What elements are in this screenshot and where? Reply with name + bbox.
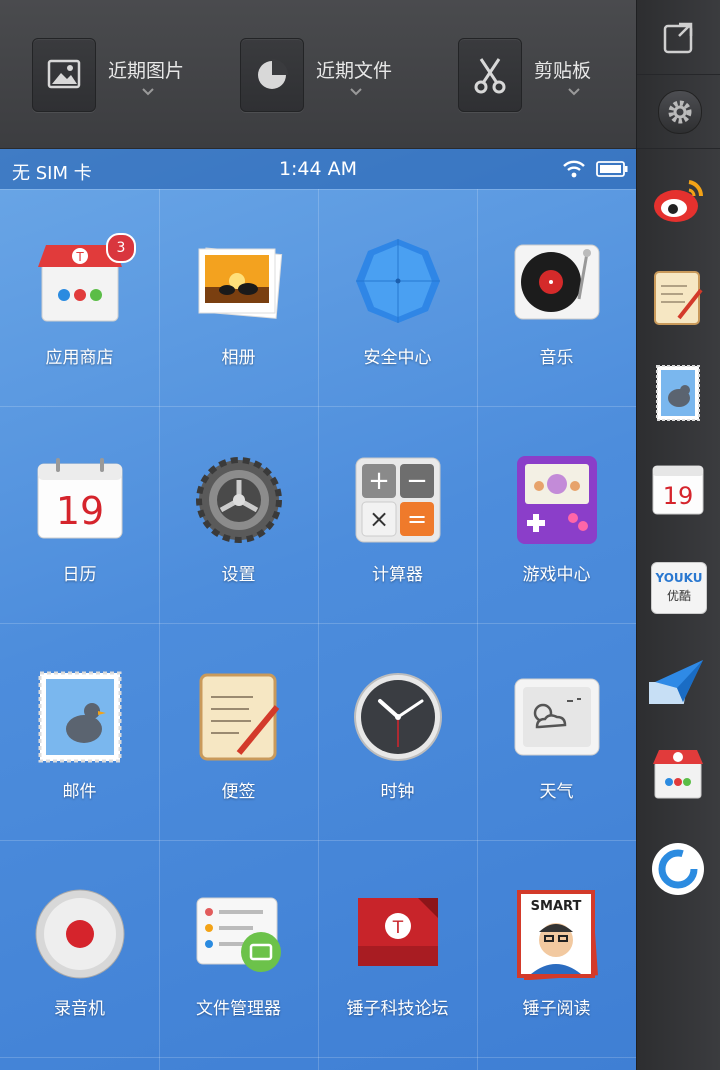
battery-icon bbox=[596, 161, 628, 177]
notes-icon bbox=[199, 673, 280, 761]
notification-badge: 3 bbox=[106, 233, 136, 263]
dock-calendar-day: 19 bbox=[663, 482, 694, 510]
security-umbrella-icon bbox=[356, 239, 440, 323]
svg-text:−: − bbox=[406, 466, 428, 496]
app-label: 录音机 bbox=[54, 999, 105, 1019]
app-label: 应用商店 bbox=[45, 348, 114, 368]
svg-text:T: T bbox=[392, 918, 404, 938]
calendar-day: 19 bbox=[56, 489, 104, 533]
smart-reader-icon: SMART bbox=[517, 890, 598, 980]
forum-icon: T bbox=[358, 898, 438, 966]
chevron-down-icon bbox=[568, 88, 580, 96]
app-file-manager[interactable]: 文件管理器 bbox=[159, 840, 318, 1057]
app-game-center[interactable]: 游戏中心 bbox=[477, 406, 636, 623]
weibo-icon[interactable] bbox=[649, 172, 707, 230]
music-turntable-icon bbox=[514, 244, 600, 320]
app-clock[interactable]: 时钟 bbox=[318, 623, 477, 840]
side-dock: 19 YOUKU 优酷 bbox=[636, 0, 720, 1070]
image-icon bbox=[32, 38, 96, 112]
app-label: 文件管理器 bbox=[196, 999, 281, 1019]
clipboard-label: 剪贴板 bbox=[534, 60, 592, 82]
mail-stamp-icon bbox=[38, 671, 122, 763]
pie-icon bbox=[240, 38, 304, 112]
app-calendar[interactable]: 19 日历 bbox=[0, 406, 159, 623]
weather-icon bbox=[514, 678, 600, 756]
reader-cover-text: SMART bbox=[531, 899, 582, 914]
chevron-down-icon bbox=[142, 88, 154, 96]
app-label: 音乐 bbox=[539, 348, 574, 368]
clock-icon bbox=[354, 673, 442, 761]
app-smart-reader[interactable]: SMART 锤子阅读 bbox=[477, 840, 636, 1057]
phone-screen: 无 SIM 卡 1:44 AM T 3 应用商店 相册 安全中心 音乐 19 日… bbox=[0, 149, 636, 1070]
svg-text:T: T bbox=[75, 250, 84, 264]
status-bar: 无 SIM 卡 1:44 AM bbox=[0, 149, 636, 189]
calculator-icon: + − × = bbox=[355, 457, 441, 543]
wifi-icon bbox=[563, 160, 585, 178]
clock-time: 1:44 AM bbox=[278, 158, 358, 180]
paper-plane-icon[interactable] bbox=[643, 652, 707, 710]
app-weather[interactable]: 天气 bbox=[477, 623, 636, 840]
app-label: 邮件 bbox=[62, 782, 97, 802]
scissors-icon bbox=[458, 38, 522, 112]
notes-icon[interactable] bbox=[649, 268, 707, 326]
youku-cn-text: 优酷 bbox=[666, 589, 691, 603]
game-center-icon bbox=[517, 456, 597, 544]
app-label: 相册 bbox=[221, 348, 256, 368]
app-recorder[interactable]: 录音机 bbox=[0, 840, 159, 1057]
recent-images-label: 近期图片 bbox=[108, 60, 185, 82]
app-settings[interactable]: 设置 bbox=[159, 406, 318, 623]
app-label: 设置 bbox=[221, 565, 256, 585]
browser-circle-icon[interactable] bbox=[649, 840, 707, 898]
recent-files-label: 近期文件 bbox=[316, 60, 393, 82]
gear-icon[interactable] bbox=[658, 90, 702, 134]
settings-gear-icon bbox=[196, 457, 282, 543]
svg-text:×: × bbox=[369, 505, 389, 533]
app-label: 锤子阅读 bbox=[522, 999, 591, 1019]
mail-stamp-icon[interactable] bbox=[649, 364, 707, 422]
file-manager-icon bbox=[196, 897, 281, 972]
app-label: 计算器 bbox=[372, 565, 423, 585]
calendar-icon: 19 bbox=[37, 458, 123, 539]
app-label: 游戏中心 bbox=[522, 565, 591, 585]
app-forum[interactable]: T 锤子科技论坛 bbox=[318, 840, 477, 1057]
app-label: 锤子科技论坛 bbox=[346, 999, 449, 1019]
app-label: 日历 bbox=[62, 565, 97, 585]
youku-logo-text: YOUKU bbox=[655, 571, 703, 585]
app-label: 天气 bbox=[539, 782, 574, 802]
chevron-down-icon bbox=[350, 88, 362, 96]
youku-icon[interactable]: YOUKU 优酷 bbox=[649, 558, 707, 616]
app-calculator[interactable]: + − × = 计算器 bbox=[318, 406, 477, 623]
photos-icon bbox=[198, 247, 283, 319]
app-music[interactable]: 音乐 bbox=[477, 189, 636, 406]
app-appstore[interactable]: T 3 应用商店 bbox=[0, 189, 159, 406]
app-label: 安全中心 bbox=[363, 348, 432, 368]
svg-text:=: = bbox=[407, 505, 427, 533]
app-label: 时钟 bbox=[380, 782, 415, 802]
app-security[interactable]: 安全中心 bbox=[318, 189, 477, 406]
calendar-icon[interactable]: 19 bbox=[649, 460, 707, 518]
svg-text:+: + bbox=[368, 466, 390, 496]
recorder-icon bbox=[35, 889, 125, 979]
app-notes[interactable]: 便签 bbox=[159, 623, 318, 840]
app-photos[interactable]: 相册 bbox=[159, 189, 318, 406]
app-label: 便签 bbox=[221, 782, 256, 802]
window-resize-icon[interactable] bbox=[659, 16, 699, 56]
app-store-icon[interactable] bbox=[649, 746, 707, 804]
app-mail[interactable]: 邮件 bbox=[0, 623, 159, 840]
sidebar-toolbar: 近期图片 近期文件 剪贴板 bbox=[0, 0, 636, 149]
